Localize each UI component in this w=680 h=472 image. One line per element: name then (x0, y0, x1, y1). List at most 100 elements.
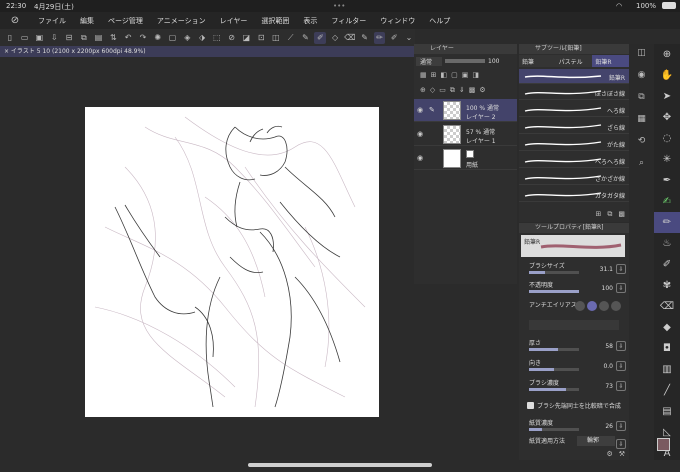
visibility-eye-icon[interactable]: ◉ (417, 130, 423, 138)
subtool-tab-pastel[interactable]: パステル (555, 55, 593, 67)
home-indicator[interactable] (248, 463, 432, 467)
paper-method-button[interactable]: ⇩ (616, 439, 626, 449)
eraser-tool-icon[interactable]: ⌫ (654, 296, 680, 317)
brush-snap-icon[interactable]: ✎ (300, 32, 312, 44)
clip-icon[interactable]: ▦ (420, 71, 427, 79)
brush-item[interactable]: がた線 (519, 136, 629, 151)
new-file-icon[interactable]: ▯ (4, 32, 16, 44)
new-raster-layer-icon[interactable]: ⊕ (420, 86, 426, 95)
brush-tool-icon[interactable]: ♨ (654, 233, 680, 254)
lock-icon[interactable]: ▢ (451, 71, 458, 79)
brush-size-value[interactable]: 31.1 (600, 266, 613, 273)
pencil-icon[interactable]: ✏ (373, 31, 386, 44)
figure-tool-icon[interactable]: ╱ (654, 380, 680, 401)
compare-darken-row[interactable]: ブラシ先端同士を比較暗で合成 (527, 401, 621, 410)
move-layer-tool-icon[interactable]: ✥ (654, 107, 680, 128)
brush-size-row[interactable]: ブラシサイズ 31.1 ⇩ (523, 260, 627, 279)
direction-slider[interactable] (529, 368, 579, 371)
direction-value[interactable]: 0.0 (603, 363, 613, 370)
selection-icon[interactable]: ⬚ (211, 32, 223, 44)
color-wheel-icon[interactable]: ◉ (638, 70, 646, 80)
document-tab[interactable]: × イラスト 5 10 (2100 x 2200px 600dpi 48.9%) (0, 46, 415, 57)
menu-filter[interactable]: フィルター (331, 16, 366, 26)
mask-icon[interactable]: ◨ (472, 71, 479, 79)
print-icon[interactable]: ⊟ (63, 32, 75, 44)
show-selection-icon[interactable]: ◫ (270, 32, 282, 44)
auto-select-tool-icon[interactable]: ✳ (654, 149, 680, 170)
paper-density-value[interactable]: 26 (605, 423, 613, 430)
opacity-slider[interactable] (445, 59, 485, 63)
thickness-button[interactable]: ⇩ (616, 341, 626, 351)
material-icon[interactable]: ▦ (637, 114, 646, 124)
aa-mid-icon[interactable] (599, 301, 609, 311)
thickness-value[interactable]: 58 (605, 343, 613, 350)
new-vector-layer-icon[interactable]: ◇ (430, 86, 435, 95)
pencil-tool-icon[interactable]: ✏ (654, 212, 680, 233)
paper-method-select[interactable]: 輪郭 (577, 436, 615, 446)
brush-item[interactable]: ざら線 (519, 119, 629, 134)
opacity-row[interactable]: 不透明度 100 ⇩ (523, 279, 627, 298)
copy-subtool-icon[interactable]: ⧉ (607, 210, 612, 219)
delete-layer-icon[interactable]: ▩ (469, 86, 476, 95)
menu-layer[interactable]: レイヤー (220, 16, 248, 26)
density-value[interactable]: 73 (605, 383, 613, 390)
pen-icon[interactable]: ✎ (359, 32, 371, 44)
lock-alpha-icon[interactable]: ▣ (462, 71, 469, 79)
brush-size-button[interactable]: ⇩ (616, 264, 626, 274)
menu-view[interactable]: 表示 (303, 16, 317, 26)
compare-darken-checkbox[interactable] (527, 402, 534, 409)
delete-subtool-icon[interactable]: ▩ (618, 210, 625, 219)
menu-edit[interactable]: 編集 (80, 16, 94, 26)
brush-size-slider[interactable] (529, 271, 579, 274)
direction-button[interactable]: ⇩ (616, 361, 626, 371)
layer-row-1[interactable]: ◉ 57 % 通常 レイヤー 1 (414, 123, 517, 146)
eraser-icon[interactable]: ⌫ (344, 32, 356, 44)
redo-icon[interactable]: ↷ (137, 32, 149, 44)
clear-icon[interactable]: ▢ (167, 32, 179, 44)
layers-icon[interactable]: ⧉ (638, 92, 644, 102)
menu-selection[interactable]: 選択範囲 (261, 16, 289, 26)
menu-animation[interactable]: アニメーション (157, 16, 206, 26)
density-button[interactable]: ⇩ (616, 381, 626, 391)
loading-icon[interactable]: ✺ (152, 32, 164, 44)
aa-strong-icon[interactable] (611, 301, 621, 311)
thickness-slider[interactable] (529, 348, 579, 351)
zoom-tool-icon[interactable]: ⊕ (654, 44, 680, 65)
new-layer-icon[interactable]: ⧉ (78, 32, 90, 44)
transform-icon[interactable]: ⬗ (196, 32, 208, 44)
fill-tool-icon[interactable]: ◘ (654, 338, 680, 359)
crop-icon[interactable]: ⊡ (255, 32, 267, 44)
layer-opacity-value[interactable]: 100 (488, 58, 499, 65)
deselect-icon[interactable]: ⊘ (226, 32, 238, 44)
decoration-tool-icon[interactable]: ✾ (654, 275, 680, 296)
frame-tool-icon[interactable]: ▤ (654, 401, 680, 422)
subtool-tab-pencil[interactable]: 鉛筆 (519, 55, 556, 67)
opacity-value[interactable]: 100 (602, 285, 613, 292)
new-folder-icon[interactable]: ▭ (439, 86, 446, 95)
ruler-snap-icon[interactable]: ⟋ (285, 32, 297, 44)
brush-icon[interactable]: ✐ (388, 32, 400, 44)
density-row[interactable]: ブラシ濃度 73 ⇩ (523, 377, 627, 396)
eyedropper-tool-icon[interactable]: ✒ (654, 170, 680, 191)
blend-tool-icon[interactable]: ◆ (654, 317, 680, 338)
brush-item[interactable]: へろへろ線 (519, 153, 629, 168)
draft-icon[interactable]: ◧ (441, 71, 448, 79)
subtool-tab-pencil-r[interactable]: 鉛筆R (592, 55, 630, 67)
direction-row[interactable]: 向き 0.0 ⇩ (523, 357, 627, 376)
drawing-canvas[interactable] (85, 107, 379, 417)
paper-density-slider[interactable] (529, 428, 579, 431)
export-icon[interactable]: ⇩ (48, 32, 60, 44)
wrench-icon[interactable]: ⚒ (619, 450, 625, 458)
history-icon[interactable]: ⟲ (638, 136, 646, 146)
gradient-tool-icon[interactable]: ▥ (654, 359, 680, 380)
open-file-icon[interactable]: ▭ (19, 32, 31, 44)
reference-icon[interactable]: ⊞ (431, 71, 437, 79)
copy-layer-icon[interactable]: ⧉ (450, 86, 455, 95)
save-icon[interactable]: ▣ (34, 32, 46, 44)
layer-row-paper[interactable]: ◉ 用紙 (414, 147, 517, 170)
menu-help[interactable]: ヘルプ (429, 16, 450, 26)
density-slider[interactable] (529, 388, 579, 391)
app-logo-icon[interactable]: ⊘ (6, 15, 24, 26)
multitask-dots[interactable]: ••• (333, 2, 345, 10)
aa-none-icon[interactable] (575, 301, 585, 311)
